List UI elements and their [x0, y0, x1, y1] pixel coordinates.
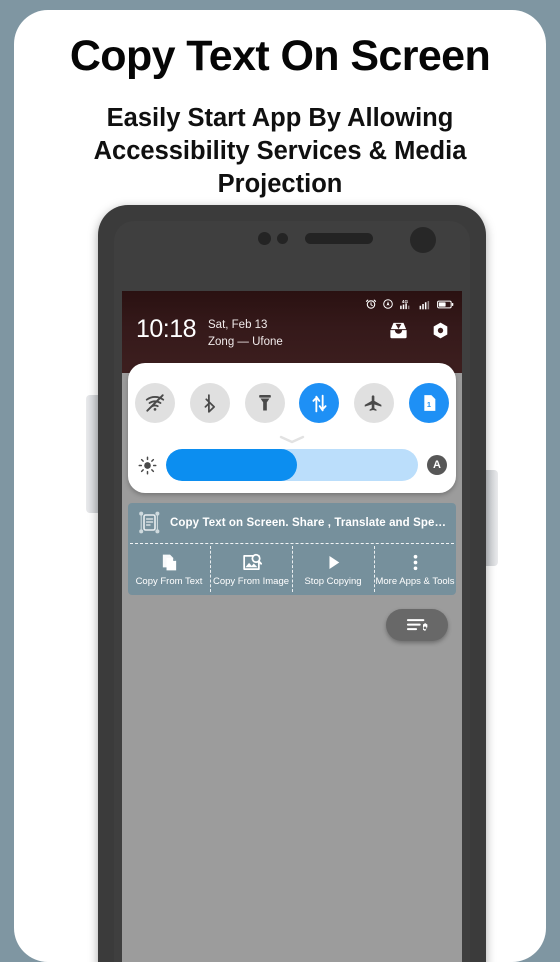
- signal-icon: [419, 301, 430, 310]
- location-icon: [383, 299, 393, 309]
- action-label: More Apps & Tools: [375, 575, 455, 587]
- earpiece-speaker: [305, 233, 373, 244]
- status-bar-date-block: Sat, Feb 13 Zong — Ufone: [208, 317, 283, 350]
- blurred-desktop-background: [122, 595, 462, 962]
- notification-header: Copy Text on Screen. Share , Translate a…: [128, 503, 456, 543]
- light-sensor-icon: [277, 233, 288, 244]
- sim-card-icon: 1: [423, 395, 435, 411]
- status-icons: 4G: [365, 297, 454, 311]
- data-transfer-icon: [312, 394, 327, 412]
- play-icon: [328, 555, 339, 569]
- mobile-data-toggle[interactable]: [299, 383, 340, 423]
- list-settings-icon: [406, 619, 428, 631]
- notification-actions: Copy From Text Copy From Image Stop Copy…: [128, 544, 456, 594]
- flashlight-toggle[interactable]: [244, 383, 285, 423]
- stop-copying-action[interactable]: Stop Copying: [292, 544, 374, 594]
- page-subtitle: Easily Start App By Allowing Accessibili…: [93, 104, 467, 199]
- status-bar-header-icons: [388, 321, 450, 340]
- phone-frame: 4G 10:18 Sat, Feb 13 Zong — Ufone 1 A Co…: [98, 205, 486, 962]
- status-bar-date: Sat, Feb 13: [208, 319, 268, 331]
- phone-mockup: 4G 10:18 Sat, Feb 13 Zong — Ufone 1 A Co…: [86, 205, 498, 962]
- front-camera-icon: [410, 227, 436, 253]
- inbox-icon[interactable]: [388, 321, 409, 340]
- action-label: Copy From Text: [135, 575, 203, 587]
- action-label: Stop Copying: [304, 575, 362, 587]
- copy-from-image-action[interactable]: Copy From Image: [210, 544, 292, 594]
- copy-from-text-action[interactable]: Copy From Text: [128, 544, 210, 594]
- image-search-icon: [242, 553, 262, 570]
- proximity-sensor-icon: [258, 232, 271, 245]
- status-bar: 4G 10:18 Sat, Feb 13 Zong — Ufone: [122, 291, 462, 373]
- notification-title: Copy Text on Screen. Share , Translate a…: [170, 517, 450, 529]
- notification-card[interactable]: Copy Text on Screen. Share , Translate a…: [128, 503, 456, 595]
- chevron-down-icon[interactable]: [278, 435, 306, 444]
- quick-settings-panel: 1 A: [128, 363, 456, 493]
- brightness-row: A: [128, 447, 456, 483]
- signal-4g-icon: 4G: [400, 298, 410, 309]
- copy-text-app-icon: [136, 510, 162, 536]
- brightness-slider-fill: [166, 449, 298, 481]
- flashlight-icon: [258, 395, 271, 411]
- brightness-icon-wrap: [128, 456, 166, 475]
- action-label: Copy From Image: [212, 575, 290, 587]
- wifi-off-toggle[interactable]: [135, 383, 176, 423]
- status-bar-carrier: Zong — Ufone: [208, 335, 283, 348]
- promo-card: Copy Text On Screen Easily Start App By …: [14, 10, 546, 962]
- airplane-mode-toggle[interactable]: [353, 383, 394, 423]
- wifi-off-icon: [146, 394, 165, 412]
- status-bar-clock: 10:18: [136, 315, 197, 343]
- brightness-slider[interactable]: [166, 449, 418, 481]
- auto-brightness-label: A: [427, 455, 447, 475]
- quick-settings-toggles: 1: [128, 375, 456, 431]
- bluetooth-icon: [204, 393, 216, 413]
- svg-text:1: 1: [427, 400, 431, 409]
- alarm-icon: [365, 299, 377, 309]
- phone-screen: 4G 10:18 Sat, Feb 13 Zong — Ufone 1 A Co…: [122, 291, 462, 962]
- page-title: Copy Text On Screen: [69, 32, 491, 80]
- svg-text:4G: 4G: [402, 298, 409, 303]
- auto-brightness-button[interactable]: A: [418, 455, 456, 475]
- battery-icon: [437, 300, 454, 308]
- overflow-menu-icon: [413, 554, 417, 570]
- brightness-icon: [138, 456, 156, 474]
- airplane-icon: [365, 394, 382, 411]
- sim-card-toggle[interactable]: 1: [408, 383, 449, 423]
- more-apps-action[interactable]: More Apps & Tools: [374, 544, 456, 594]
- copy-documents-icon: [162, 554, 176, 570]
- settings-gear-icon[interactable]: [431, 321, 450, 340]
- power-button[interactable]: [485, 470, 498, 566]
- bluetooth-toggle[interactable]: [189, 383, 230, 423]
- floating-copy-bubble[interactable]: [386, 609, 448, 641]
